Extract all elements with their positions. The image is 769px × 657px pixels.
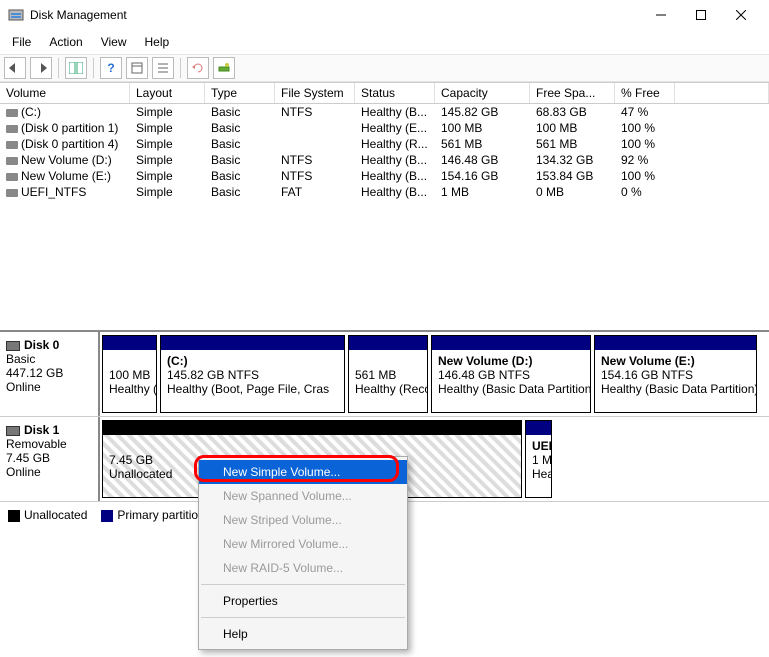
- partition[interactable]: (C:)145.82 GB NTFSHealthy (Boot, Page Fi…: [160, 335, 345, 413]
- table-row[interactable]: (C:)SimpleBasicNTFSHealthy (B...145.82 G…: [0, 104, 769, 120]
- disk-icon: [6, 341, 20, 351]
- refresh-button[interactable]: [187, 57, 209, 79]
- col-capacity[interactable]: Capacity: [435, 83, 530, 103]
- legend-swatch-unallocated: [8, 510, 20, 522]
- forward-button[interactable]: [30, 57, 52, 79]
- col-volume[interactable]: Volume: [0, 83, 130, 103]
- app-icon: [8, 7, 24, 23]
- partition[interactable]: UEF1 MHea: [525, 420, 552, 498]
- menubar: File Action View Help: [0, 30, 769, 54]
- table-row[interactable]: (Disk 0 partition 4)SimpleBasicHealthy (…: [0, 136, 769, 152]
- col-type[interactable]: Type: [205, 83, 275, 103]
- menu-help[interactable]: Help: [137, 32, 178, 52]
- partition[interactable]: New Volume (E:)154.16 GB NTFSHealthy (Ba…: [594, 335, 757, 413]
- window-title: Disk Management: [30, 8, 641, 22]
- list-header: Volume Layout Type File System Status Ca…: [0, 83, 769, 104]
- context-menu: New Simple Volume... New Spanned Volume.…: [198, 456, 408, 650]
- ctx-new-spanned-volume: New Spanned Volume...: [199, 484, 407, 508]
- partition[interactable]: 561 MBHealthy (Reco: [348, 335, 428, 413]
- titlebar: Disk Management: [0, 0, 769, 30]
- minimize-button[interactable]: [641, 1, 681, 29]
- menu-view[interactable]: View: [93, 32, 135, 52]
- rescan-button[interactable]: [213, 57, 235, 79]
- col-fs[interactable]: File System: [275, 83, 355, 103]
- ctx-properties[interactable]: Properties: [199, 589, 407, 613]
- ctx-new-simple-volume[interactable]: New Simple Volume...: [199, 460, 407, 484]
- toolbar: ?: [0, 54, 769, 82]
- partition[interactable]: New Volume (D:)146.48 GB NTFSHealthy (Ba…: [431, 335, 591, 413]
- table-row[interactable]: New Volume (E:)SimpleBasicNTFSHealthy (B…: [0, 168, 769, 184]
- col-layout[interactable]: Layout: [130, 83, 205, 103]
- close-button[interactable]: [721, 1, 761, 29]
- settings-button[interactable]: [126, 57, 148, 79]
- volume-list: Volume Layout Type File System Status Ca…: [0, 82, 769, 200]
- ctx-new-raid5-volume: New RAID-5 Volume...: [199, 556, 407, 580]
- disk-1-label[interactable]: Disk 1 Removable 7.45 GB Online: [0, 417, 100, 501]
- ctx-help[interactable]: Help: [199, 622, 407, 646]
- help-button[interactable]: ?: [100, 57, 122, 79]
- disk-0-label[interactable]: Disk 0 Basic 447.12 GB Online: [0, 332, 100, 416]
- disk-icon: [6, 426, 20, 436]
- col-pct[interactable]: % Free: [615, 83, 675, 103]
- table-row[interactable]: New Volume (D:)SimpleBasicNTFSHealthy (B…: [0, 152, 769, 168]
- menu-action[interactable]: Action: [41, 32, 90, 52]
- partition[interactable]: 100 MBHealthy (: [102, 335, 157, 413]
- legend-swatch-primary: [101, 510, 113, 522]
- col-status[interactable]: Status: [355, 83, 435, 103]
- show-hide-button[interactable]: [65, 57, 87, 79]
- ctx-new-striped-volume: New Striped Volume...: [199, 508, 407, 532]
- table-row[interactable]: UEFI_NTFSSimpleBasicFATHealthy (B...1 MB…: [0, 184, 769, 200]
- back-button[interactable]: [4, 57, 26, 79]
- disk-row-0: Disk 0 Basic 447.12 GB Online 100 MBHeal…: [0, 332, 769, 417]
- col-free[interactable]: Free Spa...: [530, 83, 615, 103]
- ctx-new-mirrored-volume: New Mirrored Volume...: [199, 532, 407, 556]
- menu-file[interactable]: File: [4, 32, 39, 52]
- table-row[interactable]: (Disk 0 partition 1)SimpleBasicHealthy (…: [0, 120, 769, 136]
- list-button[interactable]: [152, 57, 174, 79]
- maximize-button[interactable]: [681, 1, 721, 29]
